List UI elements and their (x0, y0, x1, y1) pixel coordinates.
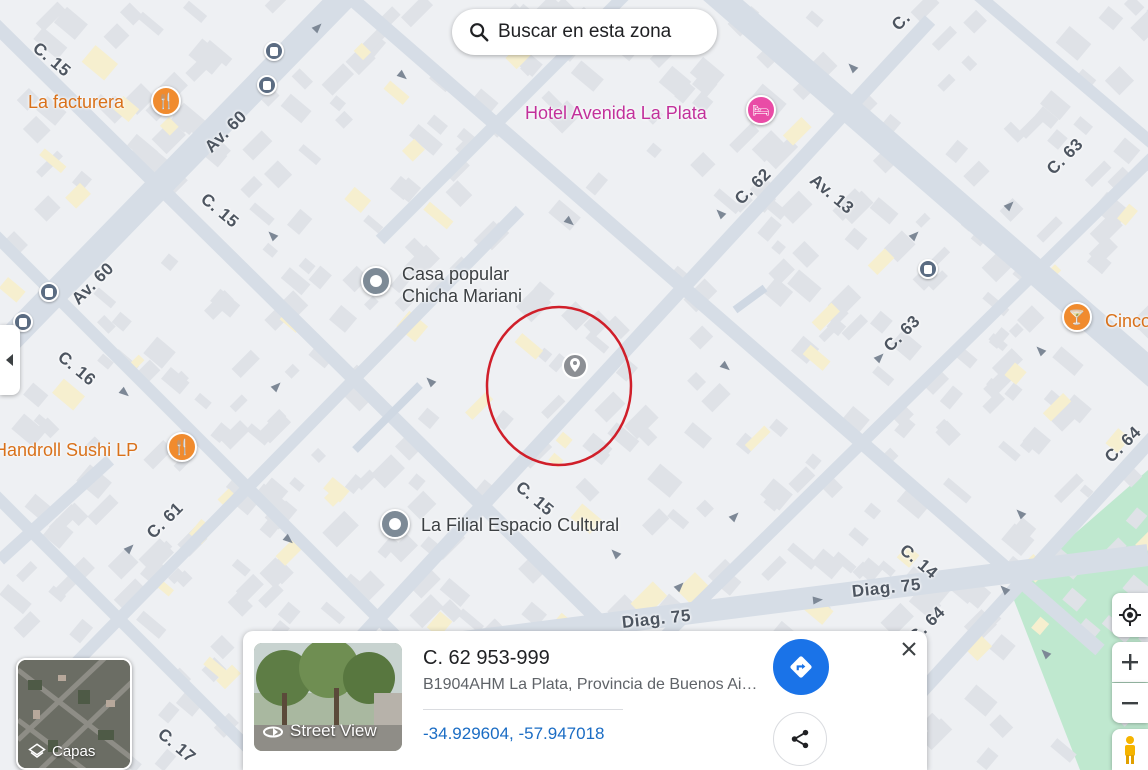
street-view-label: Street View (290, 721, 377, 740)
layers-caption: Capas (28, 742, 95, 760)
place-label-handroll[interactable]: Handroll Sushi LP (0, 440, 138, 461)
bus-stop-icon[interactable] (264, 41, 284, 61)
directions-icon (790, 656, 812, 678)
layers-label: Capas (52, 742, 96, 760)
place-label-hotel[interactable]: Hotel Avenida La Plata (525, 103, 707, 124)
my-location-icon (1119, 604, 1141, 626)
dropped-pin-icon (562, 353, 588, 379)
directions-button[interactable] (773, 639, 829, 695)
location-info-card: Street View C. 62 953-999 B1904AHM La Pl… (243, 631, 927, 770)
place-label-cinco[interactable]: Cinco (1105, 311, 1148, 332)
restaurant-icon[interactable]: 🍴 (151, 86, 181, 116)
place-marker-icon[interactable] (361, 266, 391, 296)
place-label-la-filial[interactable]: La Filial Espacio Cultural (421, 514, 619, 536)
restaurant-icon[interactable]: 🍴 (167, 432, 197, 462)
place-label-la-facturera[interactable]: La facturera (28, 92, 124, 113)
chevron-left-icon (6, 354, 13, 366)
search-icon (470, 23, 489, 42)
address-title: C. 62 953-999 (423, 647, 550, 669)
zoom-in-button[interactable] (1112, 642, 1148, 682)
close-icon (902, 642, 916, 656)
layers-button[interactable]: Capas (16, 658, 132, 770)
search-this-area-button[interactable]: Buscar en esta zona (452, 9, 717, 55)
minus-icon (1122, 702, 1138, 705)
bus-stop-icon[interactable] (257, 75, 277, 95)
zoom-out-button[interactable] (1112, 683, 1148, 723)
collapse-side-panel-button[interactable] (0, 325, 20, 395)
place-label-casa-popular[interactable]: Casa popular Chicha Mariani (402, 263, 522, 307)
street-view-thumbnail[interactable]: Street View (254, 643, 402, 751)
layers-icon (28, 743, 46, 758)
pegman-icon (1125, 735, 1135, 764)
bus-stop-icon[interactable] (918, 259, 938, 279)
my-location-button[interactable] (1112, 593, 1148, 637)
street-view-360-icon (263, 726, 283, 738)
street-view-caption: Street View (262, 721, 377, 741)
share-button[interactable] (773, 712, 827, 766)
divider (423, 709, 623, 710)
plus-icon (1122, 654, 1138, 670)
bus-stop-icon[interactable] (39, 282, 59, 302)
close-button[interactable] (897, 637, 921, 661)
search-this-area-label: Buscar en esta zona (498, 21, 672, 42)
pegman-button[interactable] (1112, 729, 1148, 770)
share-icon (791, 729, 809, 749)
hotel-icon[interactable]: 🛏 (746, 95, 776, 125)
address-subtitle: B1904AHM La Plata, Provincia de Buenos A… (423, 676, 758, 693)
place-marker-icon[interactable] (380, 509, 410, 539)
coordinates-link[interactable]: -34.929604, -57.947018 (423, 724, 605, 744)
bar-icon[interactable]: 🍸 (1062, 302, 1092, 332)
